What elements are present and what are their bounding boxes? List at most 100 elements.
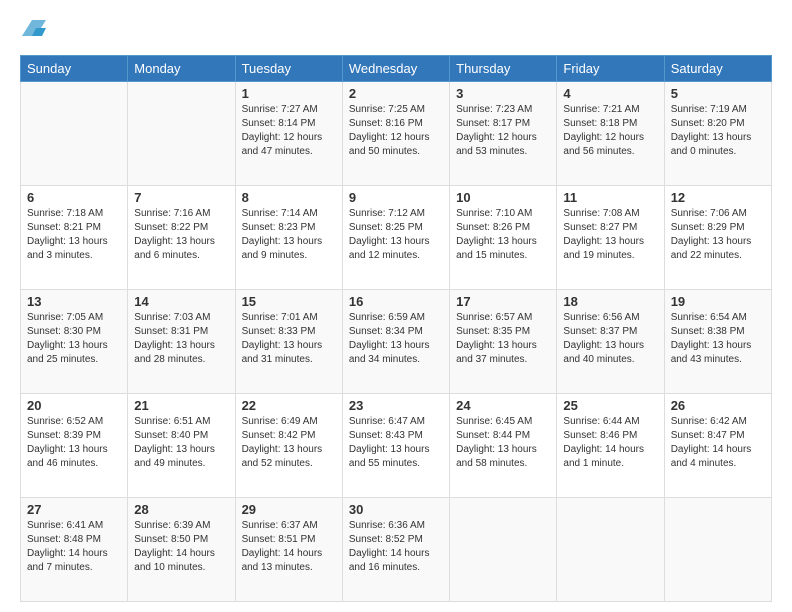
day-number: 29: [242, 502, 336, 517]
calendar-cell: [557, 497, 664, 601]
day-number: 9: [349, 190, 443, 205]
day-number: 2: [349, 86, 443, 101]
calendar-cell: 6 Sunrise: 7:18 AMSunset: 8:21 PMDayligh…: [21, 185, 128, 289]
day-number: 21: [134, 398, 228, 413]
calendar-cell: 26 Sunrise: 6:42 AMSunset: 8:47 PMDaylig…: [664, 393, 771, 497]
calendar-cell: 18 Sunrise: 6:56 AMSunset: 8:37 PMDaylig…: [557, 289, 664, 393]
day-info: Sunrise: 6:57 AMSunset: 8:35 PMDaylight:…: [456, 312, 537, 365]
day-number: 12: [671, 190, 765, 205]
day-info: Sunrise: 6:54 AMSunset: 8:38 PMDaylight:…: [671, 312, 752, 365]
day-info: Sunrise: 7:21 AMSunset: 8:18 PMDaylight:…: [563, 104, 644, 157]
day-info: Sunrise: 6:56 AMSunset: 8:37 PMDaylight:…: [563, 312, 644, 365]
calendar-cell: 12 Sunrise: 7:06 AMSunset: 8:29 PMDaylig…: [664, 185, 771, 289]
calendar-cell: 9 Sunrise: 7:12 AMSunset: 8:25 PMDayligh…: [342, 185, 449, 289]
calendar-cell: 13 Sunrise: 7:05 AMSunset: 8:30 PMDaylig…: [21, 289, 128, 393]
day-info: Sunrise: 6:59 AMSunset: 8:34 PMDaylight:…: [349, 312, 430, 365]
day-number: 28: [134, 502, 228, 517]
calendar-week-3: 13 Sunrise: 7:05 AMSunset: 8:30 PMDaylig…: [21, 289, 772, 393]
day-number: 10: [456, 190, 550, 205]
day-number: 23: [349, 398, 443, 413]
calendar-cell: 23 Sunrise: 6:47 AMSunset: 8:43 PMDaylig…: [342, 393, 449, 497]
day-info: Sunrise: 7:10 AMSunset: 8:26 PMDaylight:…: [456, 208, 537, 261]
day-info: Sunrise: 6:36 AMSunset: 8:52 PMDaylight:…: [349, 520, 430, 573]
calendar-week-1: 1 Sunrise: 7:27 AMSunset: 8:14 PMDayligh…: [21, 81, 772, 185]
header-row: Sunday Monday Tuesday Wednesday Thursday…: [21, 55, 772, 81]
calendar-cell: 8 Sunrise: 7:14 AMSunset: 8:23 PMDayligh…: [235, 185, 342, 289]
calendar-cell: 2 Sunrise: 7:25 AMSunset: 8:16 PMDayligh…: [342, 81, 449, 185]
day-info: Sunrise: 7:01 AMSunset: 8:33 PMDaylight:…: [242, 312, 323, 365]
col-wednesday: Wednesday: [342, 55, 449, 81]
calendar-week-4: 20 Sunrise: 6:52 AMSunset: 8:39 PMDaylig…: [21, 393, 772, 497]
calendar-body: 1 Sunrise: 7:27 AMSunset: 8:14 PMDayligh…: [21, 81, 772, 601]
day-number: 7: [134, 190, 228, 205]
calendar-cell: 5 Sunrise: 7:19 AMSunset: 8:20 PMDayligh…: [664, 81, 771, 185]
logo: [20, 16, 46, 45]
day-number: 16: [349, 294, 443, 309]
calendar-cell: 11 Sunrise: 7:08 AMSunset: 8:27 PMDaylig…: [557, 185, 664, 289]
calendar-cell: 10 Sunrise: 7:10 AMSunset: 8:26 PMDaylig…: [450, 185, 557, 289]
day-info: Sunrise: 7:16 AMSunset: 8:22 PMDaylight:…: [134, 208, 215, 261]
header: [20, 16, 772, 45]
calendar-week-5: 27 Sunrise: 6:41 AMSunset: 8:48 PMDaylig…: [21, 497, 772, 601]
day-number: 15: [242, 294, 336, 309]
col-friday: Friday: [557, 55, 664, 81]
day-info: Sunrise: 6:37 AMSunset: 8:51 PMDaylight:…: [242, 520, 323, 573]
day-info: Sunrise: 6:45 AMSunset: 8:44 PMDaylight:…: [456, 416, 537, 469]
day-info: Sunrise: 6:44 AMSunset: 8:46 PMDaylight:…: [563, 416, 644, 469]
day-number: 22: [242, 398, 336, 413]
calendar-cell: 28 Sunrise: 6:39 AMSunset: 8:50 PMDaylig…: [128, 497, 235, 601]
calendar-cell: 15 Sunrise: 7:01 AMSunset: 8:33 PMDaylig…: [235, 289, 342, 393]
day-number: 27: [27, 502, 121, 517]
col-monday: Monday: [128, 55, 235, 81]
page: Sunday Monday Tuesday Wednesday Thursday…: [0, 0, 792, 612]
calendar-cell: 17 Sunrise: 6:57 AMSunset: 8:35 PMDaylig…: [450, 289, 557, 393]
col-tuesday: Tuesday: [235, 55, 342, 81]
calendar-cell: 27 Sunrise: 6:41 AMSunset: 8:48 PMDaylig…: [21, 497, 128, 601]
calendar-cell: 3 Sunrise: 7:23 AMSunset: 8:17 PMDayligh…: [450, 81, 557, 185]
col-thursday: Thursday: [450, 55, 557, 81]
calendar-header: Sunday Monday Tuesday Wednesday Thursday…: [21, 55, 772, 81]
calendar-cell: 25 Sunrise: 6:44 AMSunset: 8:46 PMDaylig…: [557, 393, 664, 497]
day-number: 17: [456, 294, 550, 309]
day-number: 18: [563, 294, 657, 309]
day-info: Sunrise: 7:19 AMSunset: 8:20 PMDaylight:…: [671, 104, 752, 157]
calendar-cell: 21 Sunrise: 6:51 AMSunset: 8:40 PMDaylig…: [128, 393, 235, 497]
calendar-cell: 1 Sunrise: 7:27 AMSunset: 8:14 PMDayligh…: [235, 81, 342, 185]
col-sunday: Sunday: [21, 55, 128, 81]
day-number: 4: [563, 86, 657, 101]
day-info: Sunrise: 6:49 AMSunset: 8:42 PMDaylight:…: [242, 416, 323, 469]
day-info: Sunrise: 7:06 AMSunset: 8:29 PMDaylight:…: [671, 208, 752, 261]
calendar-cell: 16 Sunrise: 6:59 AMSunset: 8:34 PMDaylig…: [342, 289, 449, 393]
day-number: 30: [349, 502, 443, 517]
day-number: 6: [27, 190, 121, 205]
calendar-cell: 7 Sunrise: 7:16 AMSunset: 8:22 PMDayligh…: [128, 185, 235, 289]
day-info: Sunrise: 6:47 AMSunset: 8:43 PMDaylight:…: [349, 416, 430, 469]
day-info: Sunrise: 7:18 AMSunset: 8:21 PMDaylight:…: [27, 208, 108, 261]
day-number: 25: [563, 398, 657, 413]
day-info: Sunrise: 7:03 AMSunset: 8:31 PMDaylight:…: [134, 312, 215, 365]
calendar-cell: 19 Sunrise: 6:54 AMSunset: 8:38 PMDaylig…: [664, 289, 771, 393]
calendar-week-2: 6 Sunrise: 7:18 AMSunset: 8:21 PMDayligh…: [21, 185, 772, 289]
day-number: 11: [563, 190, 657, 205]
day-info: Sunrise: 7:05 AMSunset: 8:30 PMDaylight:…: [27, 312, 108, 365]
col-saturday: Saturday: [664, 55, 771, 81]
day-number: 19: [671, 294, 765, 309]
day-info: Sunrise: 7:25 AMSunset: 8:16 PMDaylight:…: [349, 104, 430, 157]
day-number: 13: [27, 294, 121, 309]
day-info: Sunrise: 7:27 AMSunset: 8:14 PMDaylight:…: [242, 104, 323, 157]
day-info: Sunrise: 7:08 AMSunset: 8:27 PMDaylight:…: [563, 208, 644, 261]
day-number: 8: [242, 190, 336, 205]
calendar-cell: 22 Sunrise: 6:49 AMSunset: 8:42 PMDaylig…: [235, 393, 342, 497]
calendar-cell: 30 Sunrise: 6:36 AMSunset: 8:52 PMDaylig…: [342, 497, 449, 601]
day-info: Sunrise: 6:39 AMSunset: 8:50 PMDaylight:…: [134, 520, 215, 573]
day-info: Sunrise: 6:41 AMSunset: 8:48 PMDaylight:…: [27, 520, 108, 573]
calendar-cell: [664, 497, 771, 601]
day-info: Sunrise: 6:42 AMSunset: 8:47 PMDaylight:…: [671, 416, 752, 469]
day-number: 24: [456, 398, 550, 413]
calendar-cell: 4 Sunrise: 7:21 AMSunset: 8:18 PMDayligh…: [557, 81, 664, 185]
calendar-cell: 14 Sunrise: 7:03 AMSunset: 8:31 PMDaylig…: [128, 289, 235, 393]
day-number: 14: [134, 294, 228, 309]
day-info: Sunrise: 7:14 AMSunset: 8:23 PMDaylight:…: [242, 208, 323, 261]
calendar-table: Sunday Monday Tuesday Wednesday Thursday…: [20, 55, 772, 602]
calendar-cell: [450, 497, 557, 601]
